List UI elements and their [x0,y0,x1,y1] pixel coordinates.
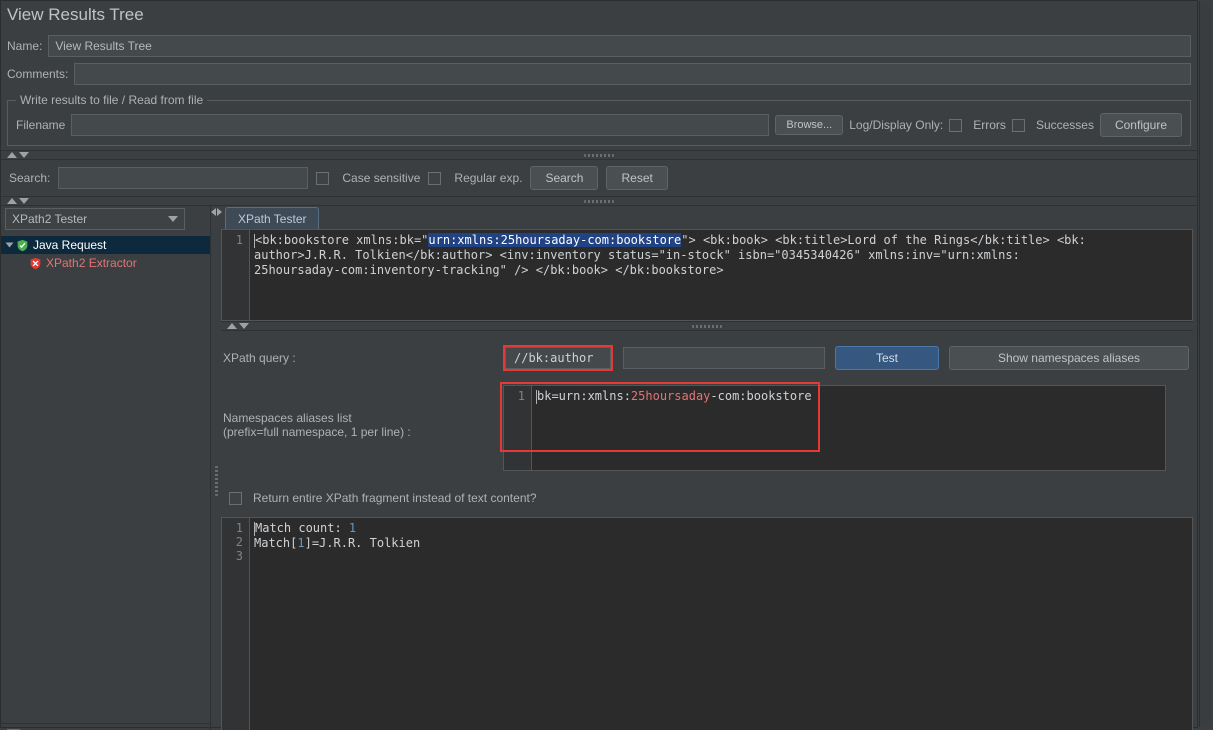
test-button[interactable]: Test [835,346,939,370]
errors-label: Errors [973,118,1006,132]
return-fragment-checkbox[interactable] [229,492,242,505]
errors-checkbox[interactable] [949,119,962,132]
namespaces-editor[interactable]: 1 bk=urn:xmlns:25hoursaday-com:bookstore [503,385,1166,471]
sidebar: XPath2 Tester Java Request XPath2 Extrac… [1,206,211,730]
case-sensitive-checkbox[interactable] [316,172,329,185]
write-results-legend: Write results to file / Read from file [16,93,207,107]
configure-button[interactable]: Configure [1100,113,1182,137]
reset-button[interactable]: Reset [606,166,667,190]
shield-success-icon [16,239,29,252]
tree-node-xpath2-extractor[interactable]: XPath2 Extractor [1,254,210,272]
return-fragment-label: Return entire XPath fragment instead of … [253,491,537,505]
ns-label-1: Namespaces aliases list [223,411,493,425]
splitter-h1[interactable] [1,150,1197,160]
name-label: Name: [7,39,42,53]
tab-xpath-tester[interactable]: XPath Tester [225,207,319,229]
successes-checkbox[interactable] [1012,119,1025,132]
filename-input[interactable] [71,114,769,136]
results-tree[interactable]: Java Request XPath2 Extractor [1,232,210,723]
search-label: Search: [9,171,50,185]
logdisplay-label: Log/Display Only: [849,118,943,132]
panel-title: View Results Tree [1,1,1197,33]
regex-label: Regular exp. [454,171,522,185]
comments-input[interactable] [74,63,1191,85]
search-input[interactable] [58,167,308,189]
tree-node-label: Java Request [33,238,106,252]
xml-source-editor[interactable]: 1 <bk:bookstore xmlns:bk="urn:xmlns:25ho… [221,229,1193,321]
tester-dropdown[interactable]: XPath2 Tester [5,208,185,230]
browse-button[interactable]: Browse... [775,115,843,135]
shield-fail-icon [29,257,42,270]
successes-label: Successes [1036,118,1094,132]
search-button[interactable]: Search [530,166,598,190]
show-namespaces-button[interactable]: Show namespaces aliases [949,346,1189,370]
regex-checkbox[interactable] [428,172,441,185]
splitter-h3[interactable] [221,321,1193,331]
results-editor[interactable]: 1 2 3 Match count: 1 Match[1]=J.R.R. Tol… [221,517,1193,730]
tree-node-java-request[interactable]: Java Request [1,236,210,254]
comments-label: Comments: [7,67,68,81]
filename-label: Filename [16,118,65,132]
xpath-query-input-ext[interactable] [623,347,825,369]
ns-label-2: (prefix=full namespace, 1 per line) : [223,425,493,439]
write-results-group: Write results to file / Read from file F… [7,93,1191,146]
tree-expand-icon[interactable] [6,243,14,248]
tree-node-label: XPath2 Extractor [46,256,137,270]
chevron-down-icon [168,216,178,222]
splitter-v1[interactable] [211,206,221,730]
name-input[interactable] [48,35,1191,57]
xpath-query-label: XPath query : [223,351,493,365]
case-sensitive-label: Case sensitive [342,171,420,185]
view-results-tree-panel: View Results Tree Name: Comments: Write … [0,0,1198,728]
tester-dropdown-label: XPath2 Tester [12,212,87,226]
splitter-h2[interactable] [1,196,1197,206]
right-pane: XPath Tester 1 <bk:bookstore xmlns:bk="u… [221,206,1197,730]
window-scrollbar[interactable] [1199,1,1211,727]
xpath-query-input[interactable] [505,347,611,369]
